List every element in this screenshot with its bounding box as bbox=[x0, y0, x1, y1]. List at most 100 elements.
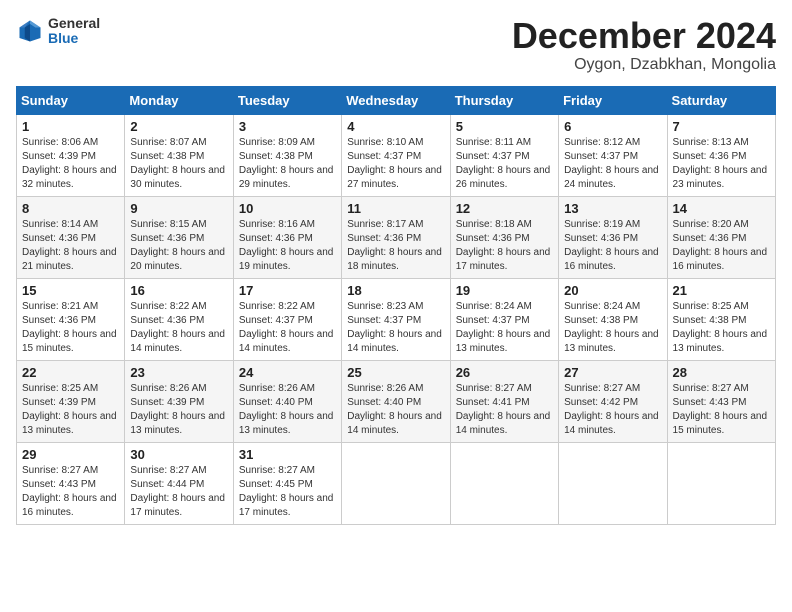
day-number: 10 bbox=[239, 201, 336, 216]
day-info: Sunrise: 8:27 AMSunset: 4:43 PMDaylight:… bbox=[673, 382, 770, 438]
calendar-week-row: 22Sunrise: 8:25 AMSunset: 4:39 PMDayligh… bbox=[17, 360, 776, 442]
day-info: Sunrise: 8:23 AMSunset: 4:37 PMDaylight:… bbox=[347, 300, 444, 356]
day-info: Sunrise: 8:26 AMSunset: 4:40 PMDaylight:… bbox=[347, 382, 444, 438]
calendar-week-row: 29Sunrise: 8:27 AMSunset: 4:43 PMDayligh… bbox=[17, 442, 776, 524]
day-info: Sunrise: 8:20 AMSunset: 4:36 PMDaylight:… bbox=[673, 218, 770, 274]
calendar-cell: 30 Sunrise: 8:27 AMSunset: 4:44 PMDayligh… bbox=[125, 442, 233, 524]
day-number: 31 bbox=[239, 447, 336, 462]
day-info: Sunrise: 8:25 AMSunset: 4:39 PMDaylight:… bbox=[22, 382, 119, 438]
calendar-cell: 29Sunrise: 8:27 AMSunset: 4:43 PMDayligh… bbox=[17, 442, 125, 524]
day-number: 9 bbox=[130, 201, 227, 216]
calendar-cell: 27Sunrise: 8:27 AMSunset: 4:42 PMDayligh… bbox=[559, 360, 667, 442]
day-number: 7 bbox=[673, 119, 770, 134]
calendar-cell: 21 Sunrise: 8:25 AMSunset: 4:38 PMDayligh… bbox=[667, 278, 775, 360]
day-info: Sunrise: 8:09 AMSunset: 4:38 PMDaylight:… bbox=[239, 136, 336, 192]
calendar-cell: 12 Sunrise: 8:18 AMSunset: 4:36 PMDayligh… bbox=[450, 196, 558, 278]
calendar-cell bbox=[450, 442, 558, 524]
day-number: 14 bbox=[673, 201, 770, 216]
day-number: 28 bbox=[673, 365, 770, 380]
day-number: 12 bbox=[456, 201, 553, 216]
day-info: Sunrise: 8:21 AMSunset: 4:36 PMDaylight:… bbox=[22, 300, 119, 356]
calendar-cell: 3Sunrise: 8:09 AMSunset: 4:38 PMDaylight… bbox=[233, 114, 341, 196]
day-info: Sunrise: 8:17 AMSunset: 4:36 PMDaylight:… bbox=[347, 218, 444, 274]
calendar-cell: 5Sunrise: 8:11 AMSunset: 4:37 PMDaylight… bbox=[450, 114, 558, 196]
calendar-cell: 22Sunrise: 8:25 AMSunset: 4:39 PMDayligh… bbox=[17, 360, 125, 442]
day-info: Sunrise: 8:16 AMSunset: 4:36 PMDaylight:… bbox=[239, 218, 336, 274]
day-number: 16 bbox=[130, 283, 227, 298]
day-info: Sunrise: 8:10 AMSunset: 4:37 PMDaylight:… bbox=[347, 136, 444, 192]
day-info: Sunrise: 8:22 AMSunset: 4:36 PMDaylight:… bbox=[130, 300, 227, 356]
day-number: 8 bbox=[22, 201, 119, 216]
day-number: 24 bbox=[239, 365, 336, 380]
day-info: Sunrise: 8:25 AMSunset: 4:38 PMDaylight:… bbox=[673, 300, 770, 356]
day-number: 2 bbox=[130, 119, 227, 134]
calendar-cell: 26 Sunrise: 8:27 AMSunset: 4:41 PMDayligh… bbox=[450, 360, 558, 442]
calendar-cell: 16 Sunrise: 8:22 AMSunset: 4:36 PMDayligh… bbox=[125, 278, 233, 360]
day-number: 15 bbox=[22, 283, 119, 298]
header: General Blue December 2024 Oygon, Dzabkh… bbox=[16, 16, 776, 74]
calendar-cell: 7Sunrise: 8:13 AMSunset: 4:36 PMDaylight… bbox=[667, 114, 775, 196]
logo: General Blue bbox=[16, 16, 100, 47]
calendar-cell: 9 Sunrise: 8:15 AMSunset: 4:36 PMDaylight… bbox=[125, 196, 233, 278]
day-number: 23 bbox=[130, 365, 227, 380]
weekday-header-row: SundayMondayTuesdayWednesdayThursdayFrid… bbox=[17, 86, 776, 114]
day-info: Sunrise: 8:14 AMSunset: 4:36 PMDaylight:… bbox=[22, 218, 119, 274]
weekday-header-monday: Monday bbox=[125, 86, 233, 114]
day-info: Sunrise: 8:19 AMSunset: 4:36 PMDaylight:… bbox=[564, 218, 661, 274]
calendar-cell: 23 Sunrise: 8:26 AMSunset: 4:39 PMDayligh… bbox=[125, 360, 233, 442]
day-number: 18 bbox=[347, 283, 444, 298]
weekday-header-sunday: Sunday bbox=[17, 86, 125, 114]
weekday-header-wednesday: Wednesday bbox=[342, 86, 450, 114]
calendar-cell: 18 Sunrise: 8:23 AMSunset: 4:37 PMDayligh… bbox=[342, 278, 450, 360]
day-info: Sunrise: 8:27 AMSunset: 4:44 PMDaylight:… bbox=[130, 464, 227, 520]
day-number: 25 bbox=[347, 365, 444, 380]
day-number: 27 bbox=[564, 365, 661, 380]
calendar-cell: 28 Sunrise: 8:27 AMSunset: 4:43 PMDayligh… bbox=[667, 360, 775, 442]
day-number: 19 bbox=[456, 283, 553, 298]
day-info: Sunrise: 8:12 AMSunset: 4:37 PMDaylight:… bbox=[564, 136, 661, 192]
logo-blue-text: Blue bbox=[48, 31, 100, 46]
day-number: 26 bbox=[456, 365, 553, 380]
day-info: Sunrise: 8:27 AMSunset: 4:41 PMDaylight:… bbox=[456, 382, 553, 438]
calendar-cell: 13 Sunrise: 8:19 AMSunset: 4:36 PMDayligh… bbox=[559, 196, 667, 278]
day-info: Sunrise: 8:22 AMSunset: 4:37 PMDaylight:… bbox=[239, 300, 336, 356]
day-info: Sunrise: 8:24 AMSunset: 4:38 PMDaylight:… bbox=[564, 300, 661, 356]
day-number: 30 bbox=[130, 447, 227, 462]
calendar-cell: 14 Sunrise: 8:20 AMSunset: 4:36 PMDayligh… bbox=[667, 196, 775, 278]
day-info: Sunrise: 8:15 AMSunset: 4:36 PMDaylight:… bbox=[130, 218, 227, 274]
day-info: Sunrise: 8:26 AMSunset: 4:39 PMDaylight:… bbox=[130, 382, 227, 438]
calendar-cell bbox=[342, 442, 450, 524]
calendar-cell: 17Sunrise: 8:22 AMSunset: 4:37 PMDayligh… bbox=[233, 278, 341, 360]
day-number: 11 bbox=[347, 201, 444, 216]
weekday-header-tuesday: Tuesday bbox=[233, 86, 341, 114]
day-info: Sunrise: 8:24 AMSunset: 4:37 PMDaylight:… bbox=[456, 300, 553, 356]
day-number: 21 bbox=[673, 283, 770, 298]
day-info: Sunrise: 8:07 AMSunset: 4:38 PMDaylight:… bbox=[130, 136, 227, 192]
day-info: Sunrise: 8:27 AMSunset: 4:45 PMDaylight:… bbox=[239, 464, 336, 520]
day-number: 4 bbox=[347, 119, 444, 134]
day-number: 5 bbox=[456, 119, 553, 134]
calendar-cell bbox=[559, 442, 667, 524]
logo-text: General Blue bbox=[48, 16, 100, 47]
calendar-week-row: 15 Sunrise: 8:21 AMSunset: 4:36 PMDayligh… bbox=[17, 278, 776, 360]
logo-icon bbox=[16, 17, 44, 45]
weekday-header-saturday: Saturday bbox=[667, 86, 775, 114]
calendar-cell: 25 Sunrise: 8:26 AMSunset: 4:40 PMDayligh… bbox=[342, 360, 450, 442]
calendar: SundayMondayTuesdayWednesdayThursdayFrid… bbox=[16, 86, 776, 525]
location-title: Oygon, Dzabkhan, Mongolia bbox=[512, 56, 776, 74]
calendar-cell: 24Sunrise: 8:26 AMSunset: 4:40 PMDayligh… bbox=[233, 360, 341, 442]
day-number: 6 bbox=[564, 119, 661, 134]
title-area: December 2024 Oygon, Dzabkhan, Mongolia bbox=[512, 16, 776, 74]
day-number: 29 bbox=[22, 447, 119, 462]
calendar-cell: 8 Sunrise: 8:14 AMSunset: 4:36 PMDaylight… bbox=[17, 196, 125, 278]
day-info: Sunrise: 8:06 AMSunset: 4:39 PMDaylight:… bbox=[22, 136, 119, 192]
day-number: 13 bbox=[564, 201, 661, 216]
day-info: Sunrise: 8:18 AMSunset: 4:36 PMDaylight:… bbox=[456, 218, 553, 274]
logo-general-text: General bbox=[48, 16, 100, 31]
weekday-header-thursday: Thursday bbox=[450, 86, 558, 114]
calendar-week-row: 1 Sunrise: 8:06 AMSunset: 4:39 PMDaylight… bbox=[17, 114, 776, 196]
day-number: 20 bbox=[564, 283, 661, 298]
calendar-cell: 20 Sunrise: 8:24 AMSunset: 4:38 PMDayligh… bbox=[559, 278, 667, 360]
calendar-header: SundayMondayTuesdayWednesdayThursdayFrid… bbox=[17, 86, 776, 114]
day-number: 1 bbox=[22, 119, 119, 134]
